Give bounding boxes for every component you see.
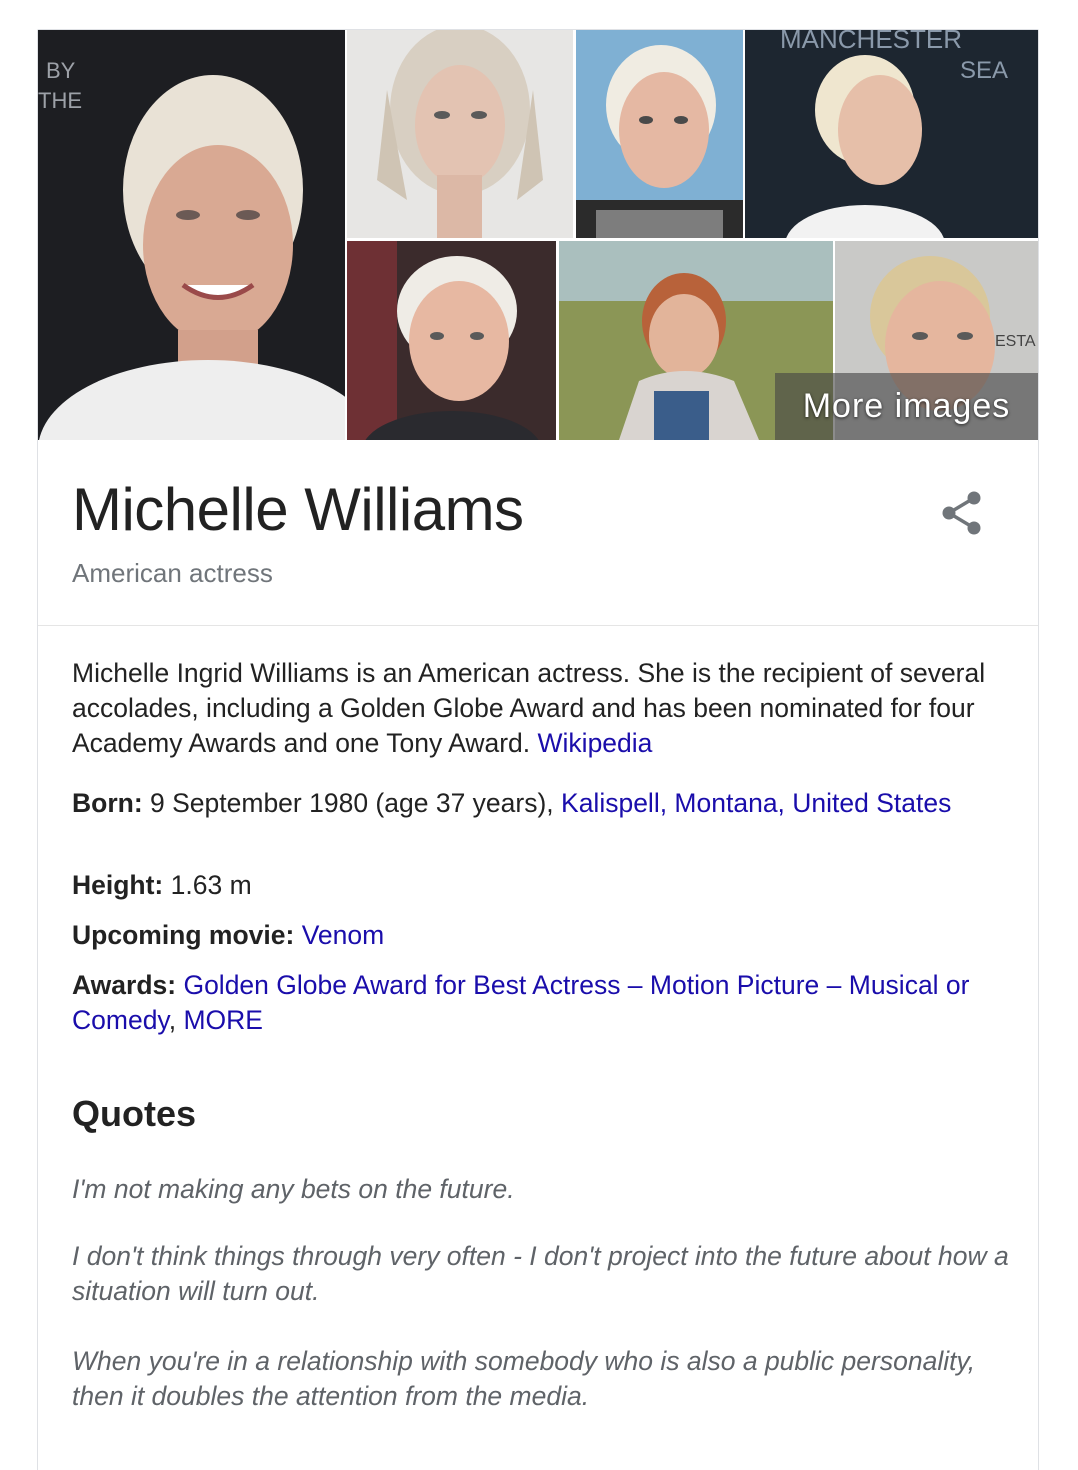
portrait-image-3[interactable] <box>576 30 743 238</box>
section-divider <box>38 625 1038 626</box>
fact-awards: Awards: Golden Globe Award for Best Actr… <box>72 968 1002 1038</box>
fact-height-value: 1.63 m <box>163 870 252 900</box>
awards-separator: , <box>168 1005 184 1035</box>
fact-born-label: Born: <box>72 788 143 818</box>
more-images-button[interactable]: More images <box>775 373 1038 440</box>
portrait-image-5[interactable] <box>347 241 556 440</box>
entity-subtitle: American actress <box>72 558 273 588</box>
description: Michelle Ingrid Williams is an American … <box>72 656 1002 761</box>
fact-awards-label: Awards: <box>72 970 177 1000</box>
quote-item[interactable]: I don't think things through very often … <box>72 1239 1012 1309</box>
fact-upcoming-movie-label: Upcoming movie: <box>72 920 295 950</box>
fact-height-label: Height: <box>72 870 164 900</box>
fact-height: Height: 1.63 m <box>72 868 1002 903</box>
svg-text:SEA: SEA <box>960 57 1008 84</box>
knowledge-panel: BY THE MANCHESTER SEA ESTA More images M… <box>37 29 1039 1470</box>
quote-item[interactable]: I'm not making any bets on the future. <box>72 1172 1012 1207</box>
svg-text:THE: THE <box>38 88 82 113</box>
image-grid: BY THE MANCHESTER SEA ESTA More images <box>38 30 1038 440</box>
wikipedia-link[interactable]: Wikipedia <box>538 728 653 758</box>
share-icon <box>942 491 981 535</box>
upcoming-movie-link[interactable]: Venom <box>302 920 385 950</box>
description-text: Michelle Ingrid Williams is an American … <box>72 658 986 758</box>
awards-more-link[interactable]: MORE <box>183 1005 263 1035</box>
fact-born: Born: 9 September 1980 (age 37 years), K… <box>72 786 1002 821</box>
quote-item[interactable]: When you're in a relationship with someb… <box>72 1344 1012 1414</box>
share-button[interactable] <box>936 487 988 539</box>
svg-text:ESTA: ESTA <box>995 333 1036 350</box>
fact-born-value: 9 September 1980 (age 37 years), <box>142 788 562 818</box>
backdrop-text: BY <box>46 58 76 83</box>
portrait-image-2[interactable] <box>347 30 573 238</box>
portrait-image-main[interactable]: BY THE <box>38 30 345 440</box>
svg-text:MANCHESTER: MANCHESTER <box>780 30 962 54</box>
entity-title: Michelle Williams <box>72 476 524 543</box>
portrait-image-4[interactable]: MANCHESTER SEA <box>745 30 1038 238</box>
quotes-heading: Quotes <box>72 1093 197 1134</box>
fact-upcoming-movie: Upcoming movie: Venom <box>72 918 1002 953</box>
birthplace-link[interactable]: Kalispell, Montana, United States <box>561 788 951 818</box>
